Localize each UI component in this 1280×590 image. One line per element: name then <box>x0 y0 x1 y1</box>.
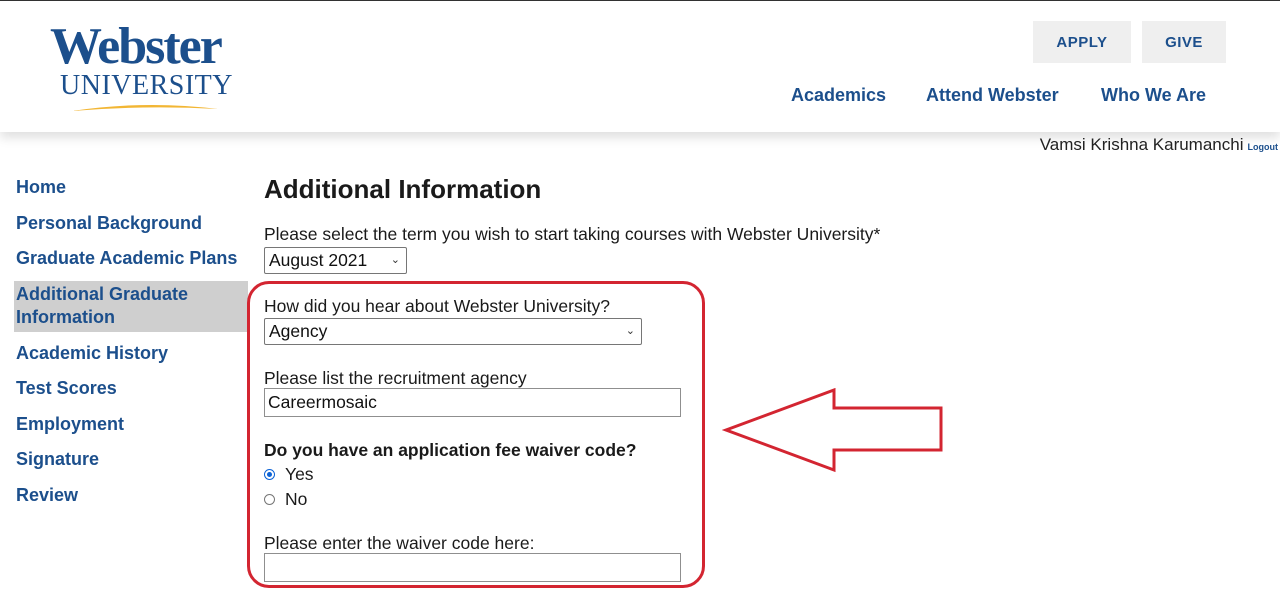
annotation-arrow-icon <box>722 388 943 473</box>
user-name: Vamsi Krishna Karumanchi <box>1039 135 1244 154</box>
sidebar-item-review[interactable]: Review <box>14 482 248 510</box>
term-label: Please select the term you wish to start… <box>264 224 881 244</box>
page-title: Additional Information <box>264 174 542 204</box>
hear-about-select[interactable]: Agency ⌄ <box>264 318 642 345</box>
sidebar-item-home[interactable]: Home <box>14 174 248 202</box>
sidebar-item-graduate-academic-plans[interactable]: Graduate Academic Plans <box>14 245 248 273</box>
logo-wordmark: Webster <box>50 18 223 75</box>
term-select-value: August 2021 <box>269 250 368 270</box>
waiver-yes-radio[interactable] <box>264 468 275 480</box>
waiver-no-label: No <box>285 488 308 509</box>
logo-swoosh-icon <box>72 104 218 111</box>
give-button[interactable]: GIVE <box>1142 21 1226 63</box>
agency-input[interactable] <box>264 388 681 417</box>
nav-who-we-are[interactable]: Who We Are <box>1101 85 1206 106</box>
waiver-no-radio[interactable] <box>264 493 275 505</box>
waiver-code-input[interactable] <box>264 553 681 582</box>
apply-button[interactable]: APPLY <box>1033 21 1131 63</box>
sidebar-item-academic-history[interactable]: Academic History <box>14 340 248 368</box>
sidebar-item-signature[interactable]: Signature <box>14 446 248 474</box>
nav-attend-webster[interactable]: Attend Webster <box>926 85 1059 106</box>
term-select[interactable]: August 2021 ⌄ <box>264 247 407 274</box>
waiver-code-label: Please enter the waiver code here: <box>264 533 535 553</box>
hear-about-label: How did you hear about Webster Universit… <box>264 296 610 316</box>
waiver-question: Do you have an application fee waiver co… <box>264 440 637 460</box>
sidebar-item-additional-graduate-information[interactable]: Additional Graduate Information <box>14 280 248 332</box>
site-header: Webster UNIVERSITY APPLY GIVE Academics … <box>0 1 1280 132</box>
nav-academics[interactable]: Academics <box>791 85 886 106</box>
sidebar-item-test-scores[interactable]: Test Scores <box>14 375 248 403</box>
logo-subtitle: UNIVERSITY <box>60 70 233 101</box>
chevron-down-icon: ⌄ <box>625 325 635 337</box>
agency-label: Please list the recruitment agency <box>264 368 527 388</box>
logout-link[interactable]: Logout <box>1248 142 1279 152</box>
application-sidebar: Home Personal Background Graduate Academ… <box>14 174 248 517</box>
waiver-no-option[interactable]: No <box>264 488 307 510</box>
sidebar-item-personal-background[interactable]: Personal Background <box>14 210 248 238</box>
waiver-yes-label: Yes <box>285 463 314 484</box>
user-bar: Vamsi Krishna Karumanchi Logout <box>1040 135 1278 155</box>
waiver-yes-option[interactable]: Yes <box>264 463 314 485</box>
hear-about-select-value: Agency <box>269 321 328 341</box>
webster-university-logo[interactable]: Webster UNIVERSITY <box>50 19 240 119</box>
chevron-down-icon: ⌄ <box>390 254 400 266</box>
sidebar-item-employment[interactable]: Employment <box>14 411 248 439</box>
